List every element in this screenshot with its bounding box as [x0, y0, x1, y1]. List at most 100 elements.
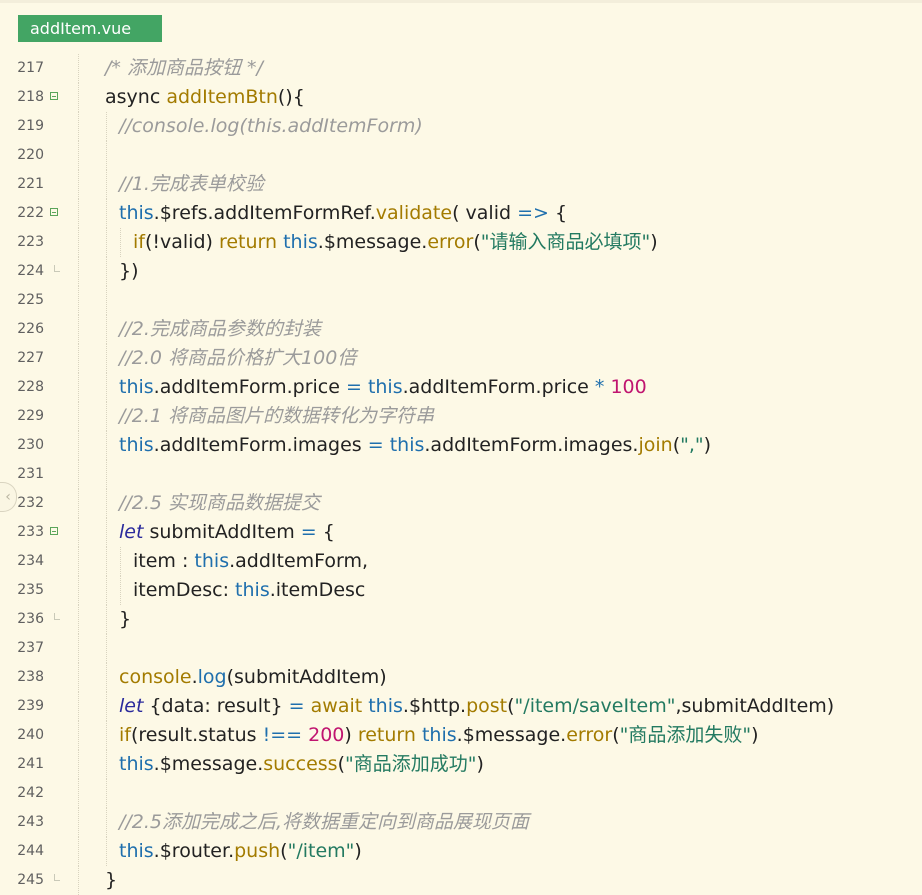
indent-guide: [78, 808, 79, 837]
code-line[interactable]: 226 //2.完成商品参数的封装: [0, 315, 922, 344]
code-line[interactable]: 235 itemDesc: this.itemDesc: [0, 576, 922, 605]
code-line[interactable]: 227 //2.0 将商品价格扩大100倍: [0, 344, 922, 373]
code-text: //console.log(this.addItemForm): [119, 112, 423, 141]
code-line[interactable]: 244 this.$router.push("/item"): [0, 837, 922, 866]
code-token: async: [105, 86, 167, 108]
indent-guide: [106, 257, 107, 286]
code-text: /* 添加商品按钮 */: [105, 54, 263, 83]
code-line[interactable]: 217 /* 添加商品按钮 */: [0, 54, 922, 83]
code-line[interactable]: 223 if(!valid) return this.$message.error…: [0, 228, 922, 257]
code-line[interactable]: 225: [0, 286, 922, 315]
line-number: 226: [17, 321, 44, 337]
fold-toggle-icon[interactable]: [50, 208, 58, 216]
fold-toggle-icon[interactable]: [50, 527, 58, 535]
indent-guide: [78, 634, 79, 663]
code-token: //1.完成表单校验: [119, 173, 264, 195]
indent-guide: [106, 808, 107, 837]
indent-guide: [78, 692, 79, 721]
code-token: (: [507, 695, 515, 717]
code-token: ( valid: [452, 202, 518, 224]
code-token: }: [119, 608, 132, 630]
code-token: //2.5 实现商品数据提交: [119, 492, 321, 514]
line-number: 237: [17, 640, 44, 656]
code-token: if: [119, 724, 131, 746]
code-token: this: [119, 202, 154, 224]
code-token: error: [566, 724, 613, 746]
code-token: await: [310, 695, 369, 717]
code-token: //2.5添加完成之后,将数据重定向到商品展现页面: [119, 811, 530, 833]
code-line[interactable]: 224}): [0, 257, 922, 286]
code-token: this: [421, 724, 457, 746]
code-token: .$http.: [402, 695, 467, 717]
code-token: console: [119, 666, 192, 688]
fold-end-icon: [54, 874, 60, 881]
code-text: //2.1 将商品图片的数据转化为字符串: [119, 402, 434, 431]
indent-guide: [106, 141, 107, 170]
code-token: (!valid): [144, 231, 219, 253]
indent-guide: [78, 866, 79, 895]
line-number: 234: [17, 553, 44, 569]
code-token: //2.1 将商品图片的数据转化为字符串: [119, 405, 435, 427]
indent-guide: [78, 286, 79, 315]
code-line[interactable]: 219 //console.log(this.addItemForm): [0, 112, 922, 141]
code-token: =: [345, 376, 362, 398]
indent-guide: [106, 112, 107, 141]
code-line[interactable]: 221 //1.完成表单校验: [0, 170, 922, 199]
line-number: 219: [17, 118, 44, 134]
indent-guide: [78, 460, 79, 489]
code-line[interactable]: 242: [0, 779, 922, 808]
code-token: ): [354, 840, 362, 862]
code-token: .$router.: [153, 840, 235, 862]
code-line[interactable]: 222 this.$refs.addItemFormRef.validate( v…: [0, 199, 922, 228]
indent-guide: [106, 518, 107, 547]
code-token: .addItemForm.images: [153, 434, 368, 456]
line-number: 218: [17, 89, 44, 105]
code-token: error: [427, 231, 474, 253]
indent-guide: [78, 83, 79, 112]
code-line[interactable]: 239 let {data: result} = await this.$http…: [0, 692, 922, 721]
indent-guide: [78, 837, 79, 866]
code-token: //console.log(this.addItemForm): [119, 115, 423, 137]
line-number: 220: [17, 147, 44, 163]
line-number: 229: [17, 408, 44, 424]
code-line[interactable]: 232//2.5 实现商品数据提交: [0, 489, 922, 518]
line-number: 244: [17, 843, 44, 859]
code-token: (: [280, 840, 288, 862]
indent-guide: [106, 170, 107, 199]
code-token: =: [300, 521, 317, 543]
code-token: this: [368, 695, 403, 717]
code-line[interactable]: 220: [0, 141, 922, 170]
code-line[interactable]: 241 this.$message.success("商品添加成功"): [0, 750, 922, 779]
code-token: success: [263, 753, 338, 775]
code-line[interactable]: 237: [0, 634, 922, 663]
code-line[interactable]: 243 //2.5添加完成之后,将数据重定向到商品展现页面: [0, 808, 922, 837]
line-number: 241: [17, 756, 44, 772]
code-token: submitAddItem: [143, 521, 301, 543]
code-line[interactable]: 231: [0, 460, 922, 489]
code-line[interactable]: 218 async addItemBtn(){: [0, 83, 922, 112]
code-line[interactable]: 234 item : this.addItemForm,: [0, 547, 922, 576]
file-tab[interactable]: addItem.vue: [18, 15, 162, 42]
code-token: 200: [308, 724, 345, 746]
code-line[interactable]: 240 if(result.status !== 200) return this…: [0, 721, 922, 750]
code-line[interactable]: 245}: [0, 866, 922, 895]
line-number: 225: [17, 292, 44, 308]
code-token: if: [133, 231, 145, 253]
code-line[interactable]: 236}: [0, 605, 922, 634]
line-number: 228: [17, 379, 44, 395]
code-text: itemDesc: this.itemDesc: [133, 576, 365, 605]
code-text: this.$router.push("/item"): [119, 837, 362, 866]
indent-guide: [106, 286, 107, 315]
fold-toggle-icon[interactable]: [50, 92, 58, 100]
code-editor[interactable]: 217/* 添加商品按钮 */218 async addItemBtn(){219…: [0, 54, 922, 895]
indent-guide: [78, 315, 79, 344]
indent-guide: [106, 692, 107, 721]
code-line[interactable]: 233 let submitAddItem = {: [0, 518, 922, 547]
indent-guide: [78, 518, 79, 547]
code-line[interactable]: 238 console.log(submitAddItem): [0, 663, 922, 692]
indent-guide: [106, 402, 107, 431]
code-line[interactable]: 229 //2.1 将商品图片的数据转化为字符串: [0, 402, 922, 431]
code-line[interactable]: 230 this.addItemForm.images = this.addIte…: [0, 431, 922, 460]
line-number: 222: [17, 205, 44, 221]
code-line[interactable]: 228 this.addItemForm.price = this.addItem…: [0, 373, 922, 402]
